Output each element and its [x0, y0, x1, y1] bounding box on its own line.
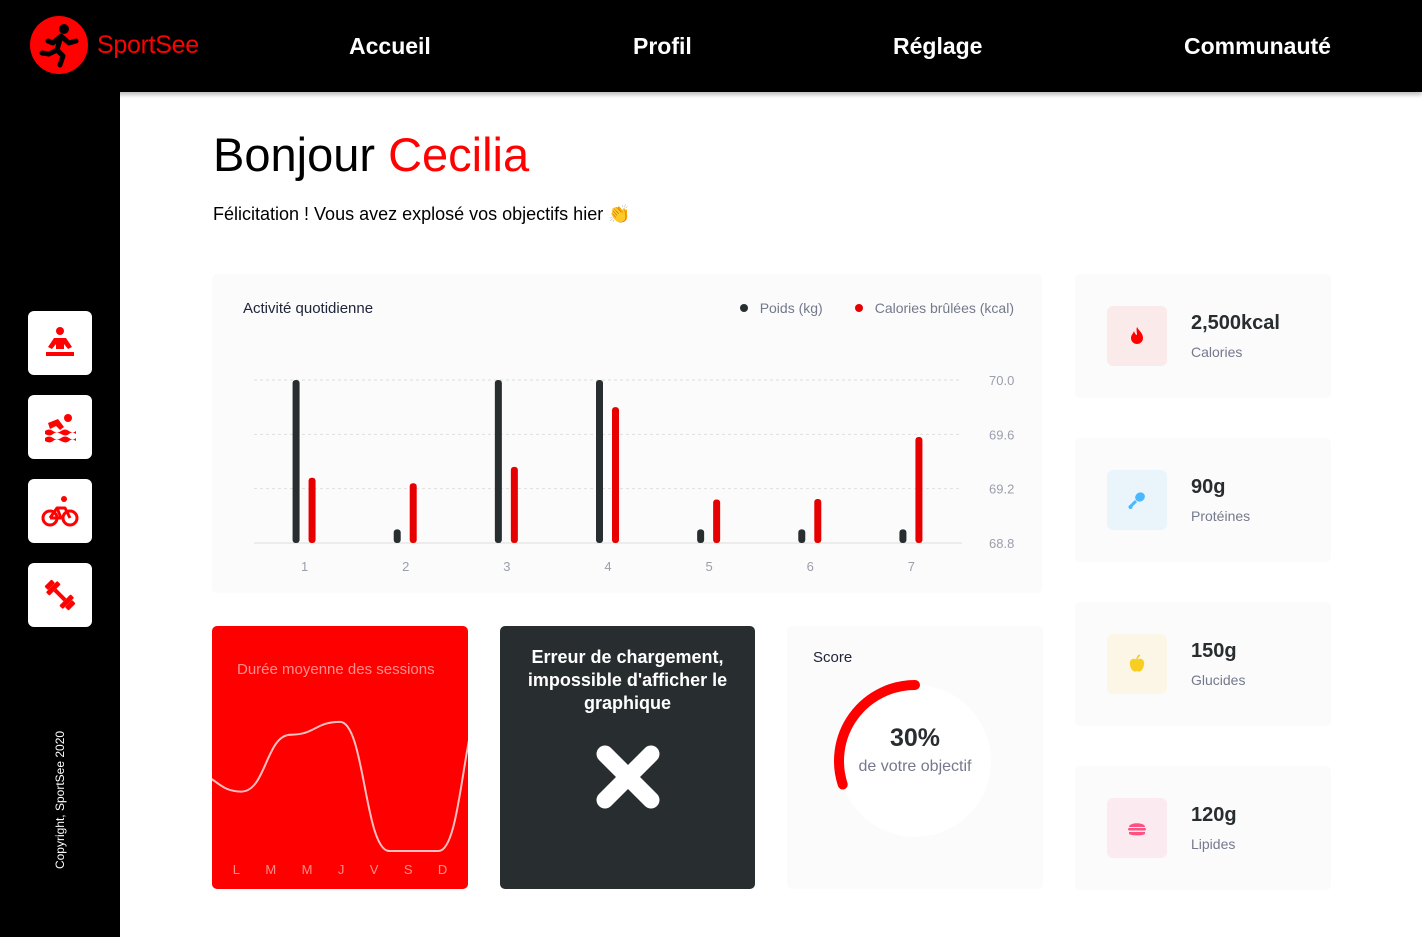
greeting-text: Bonjour — [213, 128, 375, 181]
kpi-lipids-icon-box — [1107, 798, 1167, 858]
sessions-line — [212, 720, 468, 852]
calories-bar — [308, 477, 316, 543]
chicken-leg-icon — [1128, 492, 1145, 509]
close-icon — [596, 745, 660, 809]
page-title: Bonjour Cecilia — [213, 127, 529, 182]
x-tick-label: 2 — [402, 559, 409, 574]
copyright: Copyright, SportSee 2020 — [53, 730, 67, 870]
congrats-message: Félicitation ! Vous avez explosé vos obj… — [213, 204, 631, 224]
nav-reglage[interactable]: Réglage — [893, 33, 982, 60]
day-label: J — [337, 862, 345, 877]
day-label: D — [437, 862, 448, 877]
kpi-calories: 2,500kcal Calories — [1075, 274, 1331, 398]
apple-icon — [1129, 654, 1145, 672]
weight-bar — [393, 529, 401, 543]
nav-profil[interactable]: Profil — [633, 33, 692, 60]
nav-communaute[interactable]: Communauté — [1184, 33, 1331, 60]
x-tick-label: 4 — [604, 559, 611, 574]
weight-bar — [697, 529, 705, 543]
error-chart-card: Erreur de chargement, impossible d'affic… — [500, 626, 755, 889]
y-tick-label: 70.0 — [989, 373, 1014, 388]
sidebar-item-weights[interactable] — [28, 563, 92, 627]
kpi-calories-icon-box — [1107, 306, 1167, 366]
x-tick-label: 6 — [807, 559, 814, 574]
bike-icon — [41, 496, 79, 527]
kpi-proteins-label: Protéines — [1191, 508, 1251, 524]
score-title: Score — [813, 649, 853, 666]
day-label: L — [232, 862, 240, 877]
sidebar-item-yoga[interactable] — [28, 311, 92, 375]
day-label: M — [265, 862, 277, 877]
kpi-carbs: 150g Glucides — [1075, 602, 1331, 726]
logo[interactable]: SportSee — [30, 16, 199, 74]
top-navbar: SportSee Accueil Profil Réglage Communau… — [0, 0, 1422, 92]
calories-bar — [510, 466, 518, 543]
kpi-lipids-label: Lipides — [1191, 836, 1236, 852]
kpi-carbs-icon-box — [1107, 634, 1167, 694]
sessions-chart-card: Durée moyenne des sessions LMMJVSD — [212, 626, 468, 889]
y-tick-label: 69.6 — [989, 427, 1014, 442]
x-tick-label: 3 — [503, 559, 510, 574]
x-tick-label: 1 — [301, 559, 308, 574]
sidebar: Copyright, SportSee 2020 — [0, 92, 120, 937]
calories-bar — [915, 437, 923, 543]
weight-bar — [292, 380, 300, 543]
activity-bar-chart: 70.0 69.6 69.2 68.8 1 2 3 4 5 6 7 — [254, 373, 1014, 574]
brand-name: SportSee — [97, 30, 199, 59]
kpi-proteins-icon-box — [1107, 470, 1167, 530]
kpi-lipids-value: 120g — [1191, 804, 1237, 826]
weight-bar — [494, 380, 502, 543]
x-tick-label: 5 — [706, 559, 713, 574]
burger-icon — [1128, 823, 1146, 836]
x-tick-label: 7 — [908, 559, 915, 574]
score-value: 30% — [889, 724, 941, 752]
activity-chart-card: Activité quotidienne Poids (kg) Calories… — [212, 274, 1042, 593]
kpi-proteins: 90g Protéines — [1075, 438, 1331, 562]
calories-bar — [612, 407, 619, 543]
day-label: M — [301, 862, 313, 877]
sessions-line-chart — [212, 720, 468, 852]
y-tick-label: 69.2 — [989, 482, 1014, 497]
calories-bar — [814, 498, 822, 543]
score-caption: de votre objectif — [858, 758, 972, 775]
runner-logo-icon — [30, 16, 88, 74]
swim-icon — [45, 414, 76, 443]
kpi-calories-label: Calories — [1191, 344, 1243, 360]
day-label: V — [369, 862, 379, 877]
calories-bar — [713, 499, 721, 543]
kpi-carbs-label: Glucides — [1191, 672, 1246, 688]
dumbbell-icon — [44, 579, 76, 611]
kpi-lipids: 120g Lipides — [1075, 766, 1331, 890]
y-tick-label: 68.8 — [989, 536, 1014, 551]
calories-bar — [409, 483, 417, 543]
sidebar-item-swim[interactable] — [28, 395, 92, 459]
weight-bar — [798, 529, 806, 543]
weight-bar — [899, 529, 907, 543]
user-name: Cecilia — [388, 128, 530, 181]
kpi-calories-value: 2,500kcal — [1191, 312, 1280, 334]
weight-bar — [596, 380, 603, 543]
sessions-day-labels: LMMJVSD — [220, 862, 460, 877]
day-label: S — [403, 862, 413, 877]
score-card: Score 30% de votre objectif — [787, 626, 1043, 889]
kpi-carbs-value: 150g — [1191, 640, 1237, 662]
yoga-icon — [46, 327, 74, 356]
nav-accueil[interactable]: Accueil — [349, 33, 431, 60]
flame-icon — [1131, 327, 1143, 344]
sidebar-item-bike[interactable] — [28, 479, 92, 543]
kpi-proteins-value: 90g — [1191, 476, 1226, 498]
error-message: Erreur de chargement, impossible d'affic… — [527, 647, 728, 713]
